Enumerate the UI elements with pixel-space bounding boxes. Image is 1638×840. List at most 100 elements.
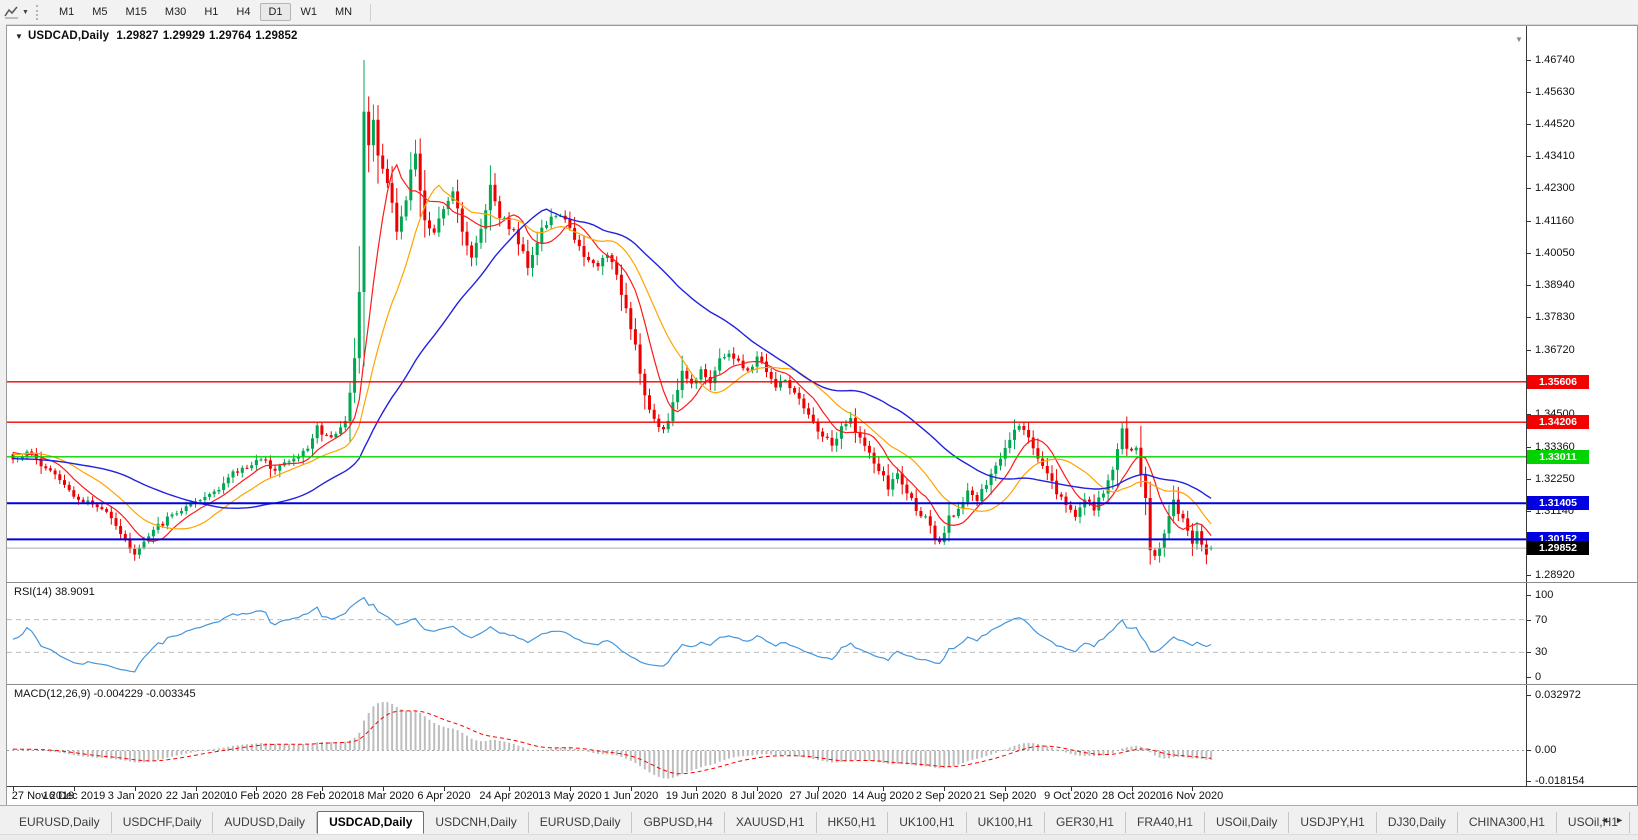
price-tick-mark	[1527, 575, 1531, 576]
tab-ger30-h1-11[interactable]: GER30,H1	[1045, 812, 1126, 833]
date-tick-label: 27 Jul 2020	[790, 790, 847, 802]
timeframe-button-w1[interactable]: W1	[293, 3, 326, 21]
date-tick-label: 9 Oct 2020	[1044, 790, 1098, 802]
chart-window-usdcad-daily: ▼USDCAD,Daily 1.298271.299291.297641.298…	[6, 25, 1638, 806]
tab-uk100-h1-10[interactable]: UK100,H1	[967, 812, 1045, 833]
rsi-tick-label: 30	[1535, 646, 1547, 658]
moving-averages-layer	[13, 165, 1211, 542]
macd-tick-mark	[1527, 781, 1531, 782]
tab-uk100-h1-9[interactable]: UK100,H1	[888, 812, 966, 833]
rsi-line	[13, 598, 1211, 672]
price-tick-mark	[1527, 92, 1531, 93]
price-tick-label: 1.45630	[1535, 86, 1575, 98]
tab-scroll-right-button[interactable]: ►	[1615, 815, 1630, 825]
price-tick-label: 1.37830	[1535, 311, 1575, 323]
tab-usdchf-daily-1[interactable]: USDCHF,Daily	[112, 812, 214, 833]
macd-axis[interactable]: 0.0329720.00-0.018154	[1526, 685, 1637, 789]
ohlc-high: 1.29929	[163, 30, 205, 42]
ohlc-low: 1.29764	[209, 30, 251, 42]
tab-scroll-left-button[interactable]: ◄	[1600, 815, 1615, 825]
timeframe-button-h1[interactable]: H1	[196, 3, 226, 21]
tab-eurusd-daily-0[interactable]: EURUSD,Daily	[8, 812, 112, 833]
tab-dj30-daily-15[interactable]: DJ30,Daily	[1377, 812, 1458, 833]
tab-bar-bottom-strip	[0, 834, 1638, 840]
date-axis[interactable]: 27 Nov 201916 Dec 20193 Jan 202022 Jan 2…	[7, 786, 1637, 805]
macd-tick-mark	[1527, 695, 1531, 696]
macd-tick-label: 0.00	[1535, 744, 1556, 756]
tab-gbpusd-h4-6[interactable]: GBPUSD,H4	[632, 812, 724, 833]
tab-usdcad-daily-3[interactable]: USDCAD,Daily	[317, 811, 424, 834]
price-tick-mark	[1527, 285, 1531, 286]
price-tick-label: 1.41160	[1535, 215, 1574, 227]
macd-histogram-layer	[13, 702, 1211, 779]
timeframe-button-h4[interactable]: H4	[228, 3, 258, 21]
macd-indicator-panel[interactable]: MACD(12,26,9) -0.004229 -0.003345 0.0329…	[7, 684, 1637, 789]
tab-audusd-daily-2[interactable]: AUDUSD,Daily	[213, 812, 317, 833]
tab-usdcnh-daily-4[interactable]: USDCNH,Daily	[424, 812, 528, 833]
price-tick-mark	[1527, 350, 1531, 351]
date-tick-label: 21 Sep 2020	[974, 790, 1036, 802]
collapse-indicators-icon[interactable]: ▼	[15, 32, 23, 41]
timeframe-button-mn[interactable]: MN	[327, 3, 360, 21]
price-level-label: 1.34206	[1527, 415, 1589, 429]
toolbar-grip[interactable]	[36, 5, 42, 20]
macd-tick-label: 0.032972	[1535, 689, 1581, 701]
price-tick-mark	[1527, 221, 1531, 222]
date-tick-label: 28 Oct 2020	[1102, 790, 1162, 802]
price-tick-mark	[1527, 479, 1531, 480]
mt4-application-window: ▼ M1M5M15M30H1H4D1W1MN ▼ USDCAD,Daily 1.2…	[0, 0, 1638, 840]
chevron-down-icon[interactable]: ▼	[22, 9, 29, 16]
price-level-label: 1.35606	[1527, 375, 1589, 389]
price-tick-label: 1.40050	[1535, 247, 1575, 259]
tab-usdjpy-h1-14[interactable]: USDJPY,H1	[1289, 812, 1376, 833]
rsi-axis[interactable]: 10070300	[1526, 583, 1637, 685]
price-tick-mark	[1527, 156, 1531, 157]
price-tick-label: 1.36720	[1535, 344, 1575, 356]
timeframe-button-d1[interactable]: D1	[260, 3, 290, 21]
timeframe-button-m1[interactable]: M1	[51, 3, 82, 21]
line-chart-icon	[4, 5, 20, 19]
chart-tools-button[interactable]: ▼	[4, 5, 29, 19]
rsi-tick-mark	[1527, 595, 1531, 596]
price-tick-label: 1.42300	[1535, 182, 1575, 194]
date-tick-label: 16 Dec 2019	[43, 790, 105, 802]
price-tick-mark	[1527, 124, 1531, 125]
main-price-panel[interactable]: ▼USDCAD,Daily 1.298271.299291.297641.298…	[7, 26, 1637, 582]
tab-fra40-h1-12[interactable]: FRA40,H1	[1126, 812, 1205, 833]
timeframe-button-m15[interactable]: M15	[118, 3, 155, 21]
price-axis[interactable]: 1.467401.456301.445201.434101.423001.411…	[1526, 26, 1637, 582]
date-tick-label: 24 Apr 2020	[479, 790, 538, 802]
timeframe-button-m5[interactable]: M5	[84, 3, 115, 21]
price-tick-label: 1.32250	[1535, 473, 1575, 485]
rsi-indicator-panel[interactable]: RSI(14) 38.9091 10070300	[7, 582, 1637, 685]
price-level-label: 1.31405	[1527, 496, 1589, 510]
tab-china300-h1-16[interactable]: CHINA300,H1	[1458, 812, 1557, 833]
date-tick-label: 16 Nov 2020	[1161, 790, 1223, 802]
rsi-tick-mark	[1527, 677, 1531, 678]
date-tick-label: 8 Jul 2020	[732, 790, 783, 802]
tab-eurusd-daily-5[interactable]: EURUSD,Daily	[529, 812, 633, 833]
date-tick-label: 13 May 2020	[538, 790, 602, 802]
price-level-label: 1.33011	[1527, 450, 1589, 464]
date-tick-label: 2 Sep 2020	[916, 790, 972, 802]
price-tick-mark	[1527, 317, 1531, 318]
candlestick-plot[interactable]	[7, 26, 1527, 582]
tab-usoil-daily-13[interactable]: USOil,Daily	[1205, 812, 1289, 833]
tab-xauusd-h1-7[interactable]: XAUUSD,H1	[725, 812, 817, 833]
scroll-to-end-marker[interactable]: ▼	[1515, 35, 1523, 44]
price-tick-label: 1.38940	[1535, 279, 1575, 291]
timeframe-button-m30[interactable]: M30	[157, 3, 194, 21]
date-tick-label: 18 Mar 2020	[352, 790, 414, 802]
rsi-tick-label: 100	[1535, 589, 1553, 601]
date-tick-label: 1 Jun 2020	[604, 790, 658, 802]
macd-plot	[7, 685, 1527, 789]
price-level-label: 1.29852	[1527, 541, 1589, 555]
date-tick-label: 22 Jan 2020	[166, 790, 227, 802]
rsi-levels-layer	[7, 620, 1527, 653]
price-tick-mark	[1527, 60, 1531, 61]
price-tick-label: 1.46740	[1535, 54, 1575, 66]
ohlc-open: 1.29827	[116, 30, 158, 42]
tab-hk50-h1-8[interactable]: HK50,H1	[817, 812, 889, 833]
horizontal-levels-layer[interactable]	[7, 382, 1527, 548]
rsi-tick-mark	[1527, 652, 1531, 653]
